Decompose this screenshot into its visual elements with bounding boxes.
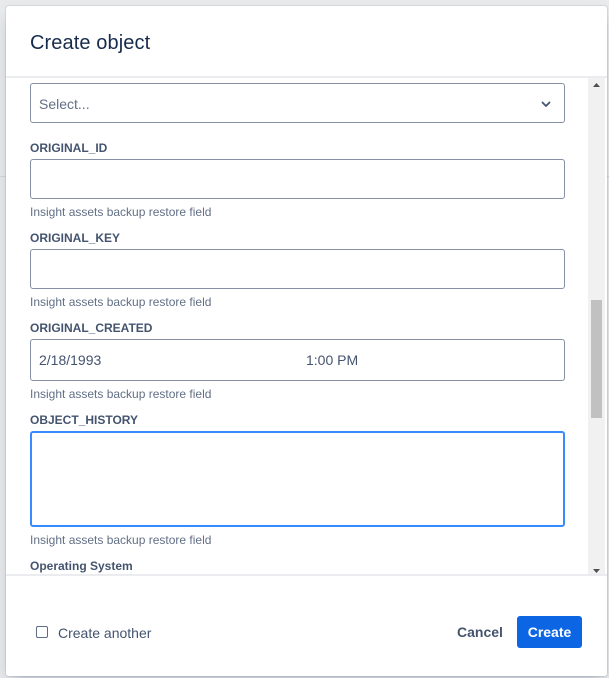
original-id-input[interactable] <box>30 159 565 199</box>
date-value[interactable]: 2/18/1993 <box>39 352 101 368</box>
dialog-scrollbar[interactable] <box>588 78 605 578</box>
select-placeholder: Select... <box>39 96 90 112</box>
original-key-label: ORIGINAL_KEY <box>30 231 121 245</box>
select-field[interactable]: Select... <box>30 83 565 123</box>
create-object-dialog: Create object Select... ORIGINAL_ID Insi… <box>6 6 607 676</box>
object-history-textarea[interactable] <box>30 431 565 527</box>
dialog-footer: Create another Cancel Create <box>6 574 607 676</box>
original-created-datetime-input[interactable]: 2/18/1993 1:00 PM <box>30 339 565 381</box>
dialog-header: Create object <box>6 6 607 78</box>
create-another-checkbox[interactable] <box>36 626 48 638</box>
original-created-help: Insight assets backup restore field <box>30 387 212 401</box>
operating-system-label: Operating System <box>30 559 133 573</box>
original-id-label: ORIGINAL_ID <box>30 141 108 155</box>
object-history-help: Insight assets backup restore field <box>30 533 212 547</box>
original-created-label: ORIGINAL_CREATED <box>30 321 153 335</box>
dialog-title: Create object <box>30 32 151 54</box>
create-another-label[interactable]: Create another <box>58 625 151 641</box>
original-key-help: Insight assets backup restore field <box>30 295 212 309</box>
scroll-up-arrow-icon[interactable] <box>588 78 605 92</box>
scrollbar-thumb[interactable] <box>591 300 602 418</box>
object-history-label: OBJECT_HISTORY <box>30 413 139 427</box>
original-id-help: Insight assets backup restore field <box>30 205 212 219</box>
create-button[interactable]: Create <box>517 616 582 648</box>
time-value[interactable]: 1:00 PM <box>306 352 358 368</box>
chevron-down-icon <box>541 101 551 107</box>
original-key-input[interactable] <box>30 249 565 289</box>
cancel-button[interactable]: Cancel <box>449 616 511 648</box>
dialog-body[interactable]: Select... ORIGINAL_ID Insight assets bac… <box>6 78 607 578</box>
